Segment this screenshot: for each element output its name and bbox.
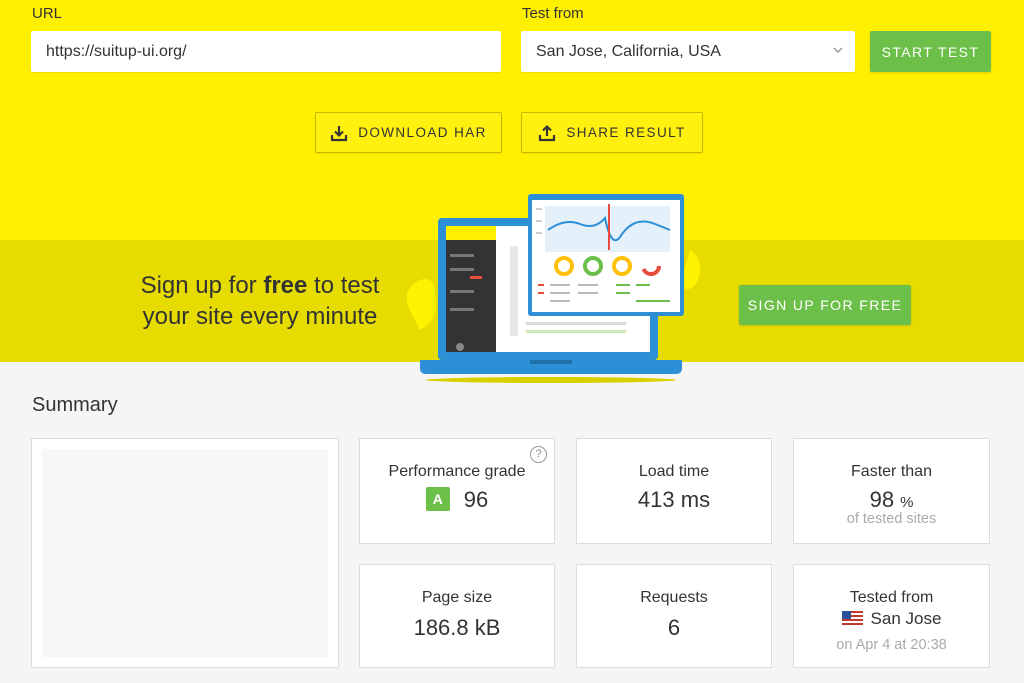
tested-from-card: Tested from San Jose on Apr 4 at 20:38 <box>793 564 990 668</box>
performance-grade-value: A 96 <box>360 487 554 513</box>
promo-line1-post: to test <box>307 272 380 299</box>
page-size-card: Page size 186.8 kB <box>359 564 555 668</box>
download-icon <box>331 125 348 141</box>
performance-score: 96 <box>463 487 489 512</box>
promo-text: Sign up for free to test your site every… <box>110 270 410 332</box>
requests-card: Requests 6 <box>576 564 772 668</box>
performance-grade-card: ? Performance grade A 96 <box>359 438 555 544</box>
faster-than-subtext: of tested sites <box>846 511 937 527</box>
page-screenshot-placeholder <box>42 449 328 657</box>
faster-than-card: Faster than 98% of tested sites <box>793 438 990 544</box>
requests-value: 6 <box>667 615 681 640</box>
location-value: San Jose, California, USA <box>536 42 721 60</box>
url-input[interactable]: https://suitup-ui.org/ <box>31 31 501 72</box>
start-test-button[interactable]: START TEST <box>870 31 991 72</box>
share-result-button[interactable]: SHARE RESULT <box>521 112 703 153</box>
location-label: Test from <box>522 5 584 22</box>
sign-up-free-button[interactable]: SIGN UP FOR FREE <box>739 285 911 325</box>
help-icon[interactable]: ? <box>530 446 547 463</box>
promo-line1-bold: free <box>263 272 308 299</box>
faster-than-value: 98% <box>794 487 989 513</box>
requests-title: Requests <box>640 589 708 606</box>
faster-than-number: 98 <box>869 487 895 512</box>
upload-icon <box>539 124 556 141</box>
faster-than-title: Faster than <box>851 463 932 480</box>
screenshot-card <box>31 438 339 668</box>
grade-badge: A <box>425 487 450 511</box>
tested-from-city: San Jose <box>870 609 942 628</box>
url-label: URL <box>32 5 63 22</box>
load-time-card: Load time 413 ms <box>576 438 772 544</box>
page-size-value: 186.8 kB <box>413 615 501 640</box>
laptop-dashboard-illustration <box>406 194 701 383</box>
promo-line1-pre: Sign up for <box>140 272 264 299</box>
download-har-label: DOWNLOAD HAR <box>358 125 487 140</box>
faster-than-unit: % <box>900 494 914 511</box>
tested-from-title: Tested from <box>849 589 934 606</box>
download-har-button[interactable]: DOWNLOAD HAR <box>315 112 502 153</box>
tested-from-date: on Apr 4 at 20:38 <box>836 637 947 653</box>
summary-heading: Summary <box>32 394 118 416</box>
performance-grade-title: Performance grade <box>388 463 526 480</box>
load-time-value: 413 ms <box>637 487 711 512</box>
tested-from-location: San Jose <box>794 609 989 629</box>
load-time-title: Load time <box>638 463 710 480</box>
promo-line2: your site every minute <box>142 303 378 330</box>
location-select[interactable]: San Jose, California, USA <box>521 31 855 72</box>
share-result-label: SHARE RESULT <box>566 125 686 140</box>
chevron-down-icon <box>833 47 843 54</box>
us-flag-icon <box>841 611 863 625</box>
page-size-title: Page size <box>421 589 493 606</box>
